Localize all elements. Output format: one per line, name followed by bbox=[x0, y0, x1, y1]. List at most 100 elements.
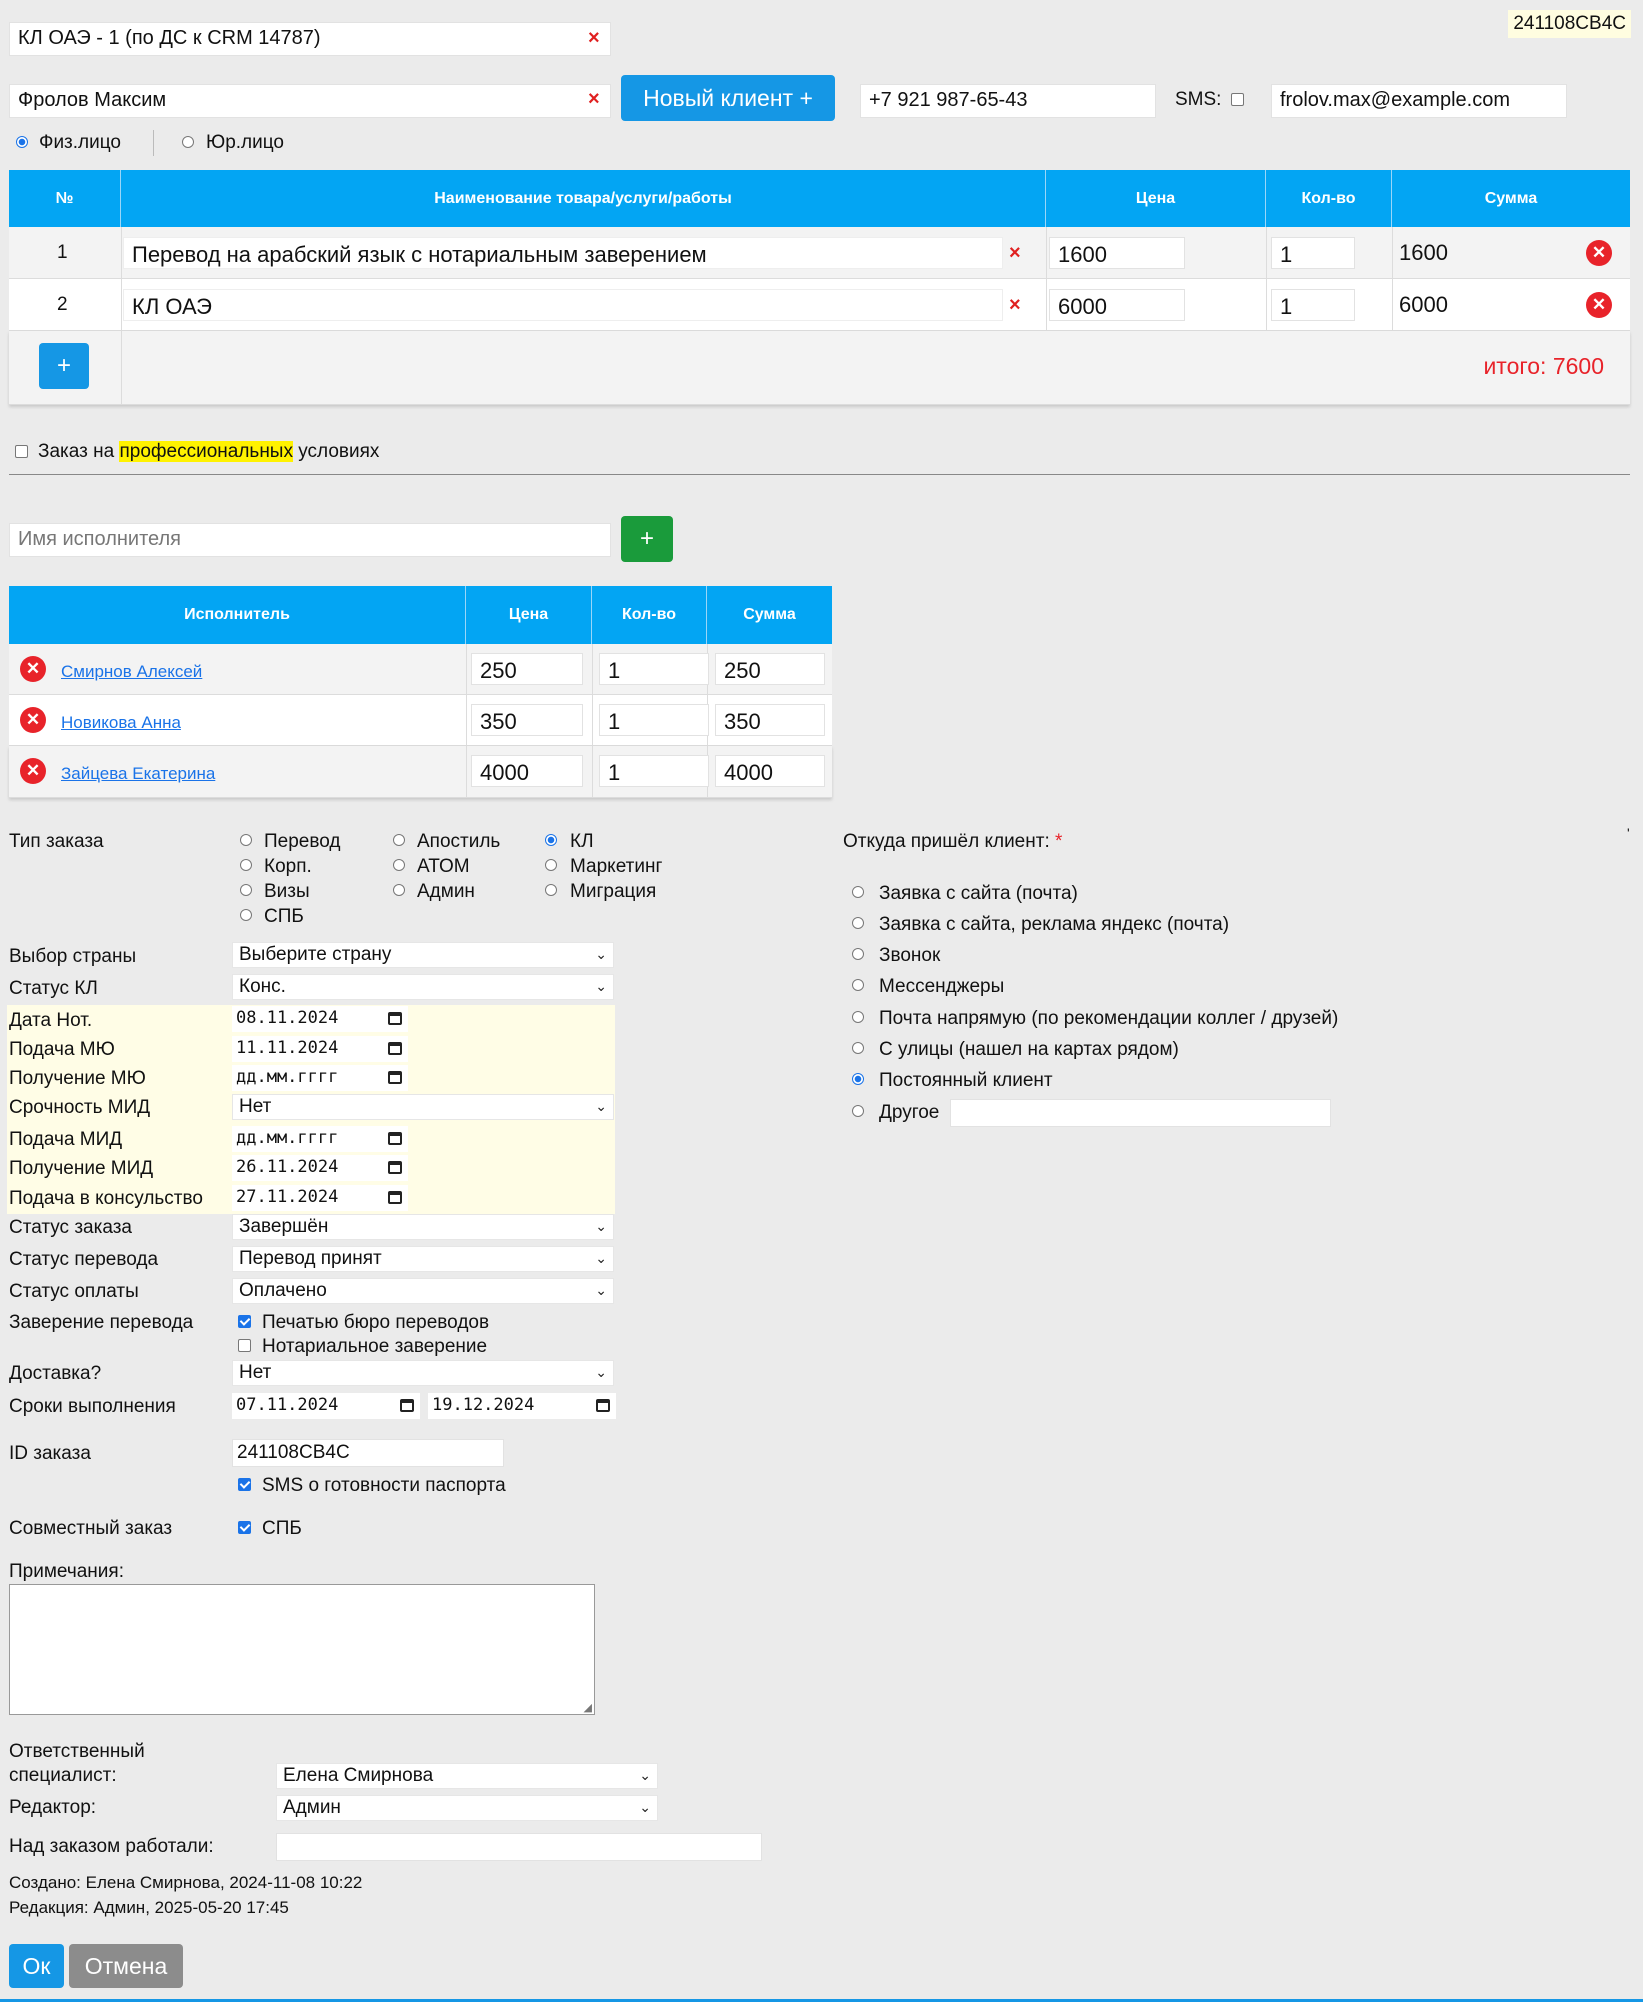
item-name-input[interactable]: Перевод на арабский язык с нотариальным … bbox=[123, 237, 1003, 269]
item-price-input[interactable]: 6000 bbox=[1049, 289, 1185, 321]
cancel-button[interactable]: Отмена bbox=[69, 1944, 183, 1988]
mid-submit-input[interactable]: дд.мм.гггг bbox=[232, 1126, 408, 1152]
source-option: Почта напрямую (по рекомендации коллег /… bbox=[879, 1008, 1339, 1029]
deadline-to-input[interactable]: 19.12.2024 bbox=[428, 1393, 616, 1419]
calendar-icon[interactable] bbox=[388, 1071, 402, 1084]
add-executor-button[interactable]: + bbox=[621, 516, 673, 562]
delete-executor-icon[interactable]: ✕ bbox=[20, 758, 46, 784]
email-input[interactable]: frolov.max@example.com bbox=[1271, 84, 1567, 118]
miu-submit-input[interactable]: 11.11.2024 bbox=[232, 1036, 408, 1062]
mid-urgency-select[interactable]: Нет ⌄ bbox=[232, 1094, 614, 1120]
responsible-label-2: специалист: bbox=[9, 1765, 117, 1786]
radio-source[interactable] bbox=[852, 948, 864, 960]
sms-ready-checkbox[interactable] bbox=[238, 1478, 251, 1491]
radio-order-type[interactable] bbox=[240, 884, 252, 896]
radio-source[interactable] bbox=[852, 1011, 864, 1023]
radio-source[interactable] bbox=[852, 1073, 864, 1085]
ok-button[interactable]: Ок bbox=[9, 1944, 64, 1988]
delete-executor-icon[interactable]: ✕ bbox=[20, 656, 46, 682]
delete-row-icon[interactable]: ✕ bbox=[1586, 240, 1612, 266]
order-title-input[interactable]: КЛ ОАЭ - 1 (по ДС к CRM 14787) bbox=[9, 22, 611, 56]
executor-link[interactable]: Зайцева Екатерина bbox=[61, 764, 215, 784]
total-amount: итого: 7600 bbox=[1483, 353, 1604, 379]
clear-client-icon[interactable]: × bbox=[588, 89, 600, 109]
item-qty-input[interactable]: 1 bbox=[1271, 289, 1355, 321]
calendar-icon[interactable] bbox=[388, 1161, 402, 1174]
pro-terms-checkbox[interactable] bbox=[15, 445, 28, 458]
executor-table-header: Исполнитель Цена Кол-во Сумма bbox=[9, 586, 832, 644]
source-other-input[interactable] bbox=[950, 1099, 1331, 1127]
radio-order-type[interactable] bbox=[545, 884, 557, 896]
deadline-from-input[interactable]: 07.11.2024 bbox=[232, 1393, 420, 1419]
calendar-icon[interactable] bbox=[596, 1399, 610, 1412]
radio-order-type[interactable] bbox=[393, 834, 405, 846]
calendar-icon[interactable] bbox=[388, 1132, 402, 1145]
editor-select[interactable]: Админ ⌄ bbox=[276, 1795, 658, 1821]
kl-status-select[interactable]: Конс. ⌄ bbox=[232, 974, 614, 1000]
radio-source[interactable] bbox=[852, 979, 864, 991]
radio-source[interactable] bbox=[852, 1105, 864, 1117]
country-select[interactable]: Выберите страну ⌄ bbox=[232, 942, 614, 968]
radio-order-type[interactable] bbox=[240, 909, 252, 921]
mid-receive-input[interactable]: 26.11.2024 bbox=[232, 1155, 408, 1181]
not-date-input[interactable]: 08.11.2024 bbox=[232, 1006, 408, 1032]
translation-status-select[interactable]: Перевод принят ⌄ bbox=[232, 1246, 614, 1272]
radio-order-type[interactable] bbox=[240, 859, 252, 871]
executor-qty-input[interactable]: 1 bbox=[599, 704, 709, 736]
worked-input[interactable] bbox=[276, 1833, 762, 1861]
radio-legal[interactable] bbox=[182, 136, 194, 148]
notes-textarea[interactable]: ◢ bbox=[9, 1584, 595, 1715]
responsible-select[interactable]: Елена Смирнова ⌄ bbox=[276, 1763, 658, 1789]
radio-individual[interactable] bbox=[16, 136, 28, 148]
executor-qty-input[interactable]: 1 bbox=[599, 653, 709, 685]
phone-input[interactable]: +7 921 987-65-43 bbox=[860, 84, 1156, 118]
radio-source[interactable] bbox=[852, 1042, 864, 1054]
radio-order-type[interactable] bbox=[240, 834, 252, 846]
clear-item-icon[interactable]: × bbox=[1009, 295, 1021, 315]
radio-order-type[interactable] bbox=[545, 834, 557, 846]
delete-executor-icon[interactable]: ✕ bbox=[20, 707, 46, 733]
executor-sum-input[interactable]: 4000 bbox=[715, 755, 825, 787]
order-status-select[interactable]: Завершён ⌄ bbox=[232, 1214, 614, 1240]
executor-name-input[interactable]: Имя исполнителя bbox=[9, 523, 611, 557]
resize-handle-icon[interactable]: ◢ bbox=[584, 1701, 592, 1714]
payment-status-select[interactable]: Оплачено ⌄ bbox=[232, 1278, 614, 1304]
executor-qty-input[interactable]: 1 bbox=[599, 755, 709, 787]
cert-notary-checkbox[interactable] bbox=[238, 1339, 251, 1352]
radio-order-type[interactable] bbox=[393, 859, 405, 871]
executor-price-input[interactable]: 250 bbox=[471, 653, 583, 685]
clear-title-icon[interactable]: × bbox=[588, 28, 600, 48]
new-client-button[interactable]: Новый клиент + bbox=[621, 75, 835, 121]
goods-header-qty: Кол-во bbox=[1266, 170, 1392, 227]
calendar-icon[interactable] bbox=[388, 1191, 402, 1204]
radio-source[interactable] bbox=[852, 917, 864, 929]
delete-row-icon[interactable]: ✕ bbox=[1586, 292, 1612, 318]
radio-order-type[interactable] bbox=[393, 884, 405, 896]
radio-order-type[interactable] bbox=[545, 859, 557, 871]
sms-checkbox[interactable] bbox=[1231, 93, 1244, 106]
executor-link[interactable]: Новикова Анна bbox=[61, 713, 181, 733]
executor-sum-input[interactable]: 350 bbox=[715, 704, 825, 736]
calendar-icon[interactable] bbox=[400, 1399, 414, 1412]
client-name-input[interactable]: Фролов Максим bbox=[9, 84, 611, 118]
executor-link[interactable]: Смирнов Алексей bbox=[61, 662, 202, 682]
item-price-input[interactable]: 1600 bbox=[1049, 237, 1185, 269]
calendar-icon[interactable] bbox=[388, 1012, 402, 1025]
row-number: 1 bbox=[57, 242, 68, 263]
calendar-icon[interactable] bbox=[388, 1042, 402, 1055]
executor-sum-input[interactable]: 250 bbox=[715, 653, 825, 685]
order-id-input[interactable]: 241108CB4C bbox=[232, 1439, 504, 1467]
executor-price-input[interactable]: 350 bbox=[471, 704, 583, 736]
delivery-select[interactable]: Нет ⌄ bbox=[232, 1360, 614, 1386]
radio-source[interactable] bbox=[852, 886, 864, 898]
source-option: Заявка с сайта (почта) bbox=[879, 883, 1078, 904]
add-item-button[interactable]: + bbox=[39, 343, 89, 389]
executor-price-input[interactable]: 4000 bbox=[471, 755, 583, 787]
clear-item-icon[interactable]: × bbox=[1009, 243, 1021, 263]
joint-spb-checkbox[interactable] bbox=[238, 1521, 251, 1534]
item-name-input[interactable]: КЛ ОАЭ bbox=[123, 289, 1003, 321]
consulate-input[interactable]: 27.11.2024 bbox=[232, 1185, 408, 1211]
miu-receive-input[interactable]: дд.мм.гггг bbox=[232, 1065, 408, 1091]
cert-stamp-checkbox[interactable] bbox=[238, 1315, 251, 1328]
item-qty-input[interactable]: 1 bbox=[1271, 237, 1355, 269]
